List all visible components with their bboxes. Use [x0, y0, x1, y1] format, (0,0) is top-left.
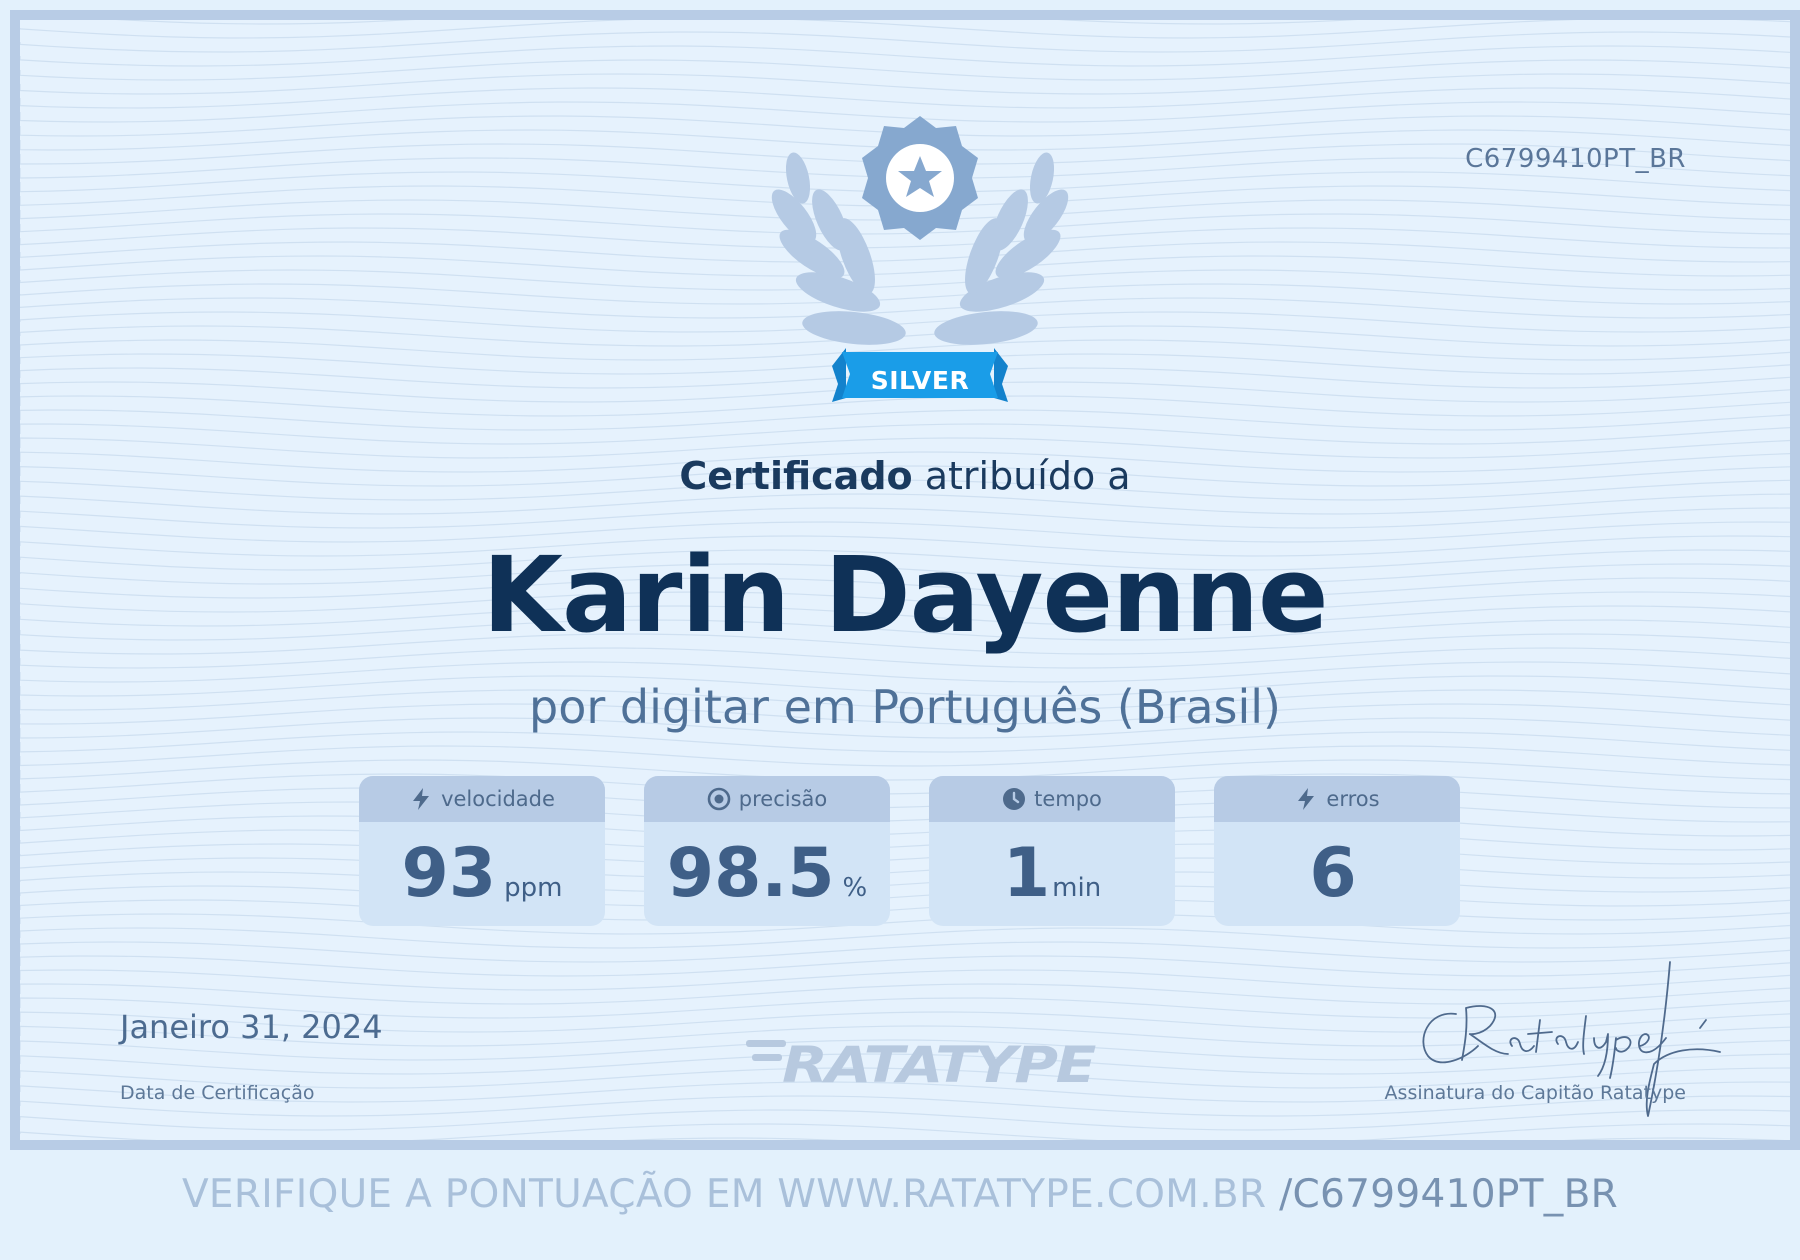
- verify-footer: VERIFIQUE A PONTUAÇÃO EM WWW.RATATYPE.CO…: [0, 1172, 1800, 1217]
- badge-level-label: SILVER: [870, 366, 970, 395]
- stat-header: velocidade: [359, 776, 605, 822]
- stat-label: velocidade: [441, 787, 555, 811]
- stat-number: 93: [401, 834, 497, 913]
- stat-number: 1: [1002, 834, 1051, 913]
- stat-unit: min: [1052, 873, 1102, 903]
- stat-unit: %: [842, 873, 868, 903]
- recipient-name: Karin Dayenne: [482, 534, 1328, 656]
- stat-card-time: tempo 1 min: [929, 776, 1175, 926]
- lightning-icon: [1294, 787, 1318, 811]
- stat-label: tempo: [1034, 787, 1102, 811]
- awarded-heading: Certificado atribuído a: [20, 454, 1790, 498]
- certificate-code: C6799410PT_BR: [1465, 144, 1686, 174]
- stat-header: erros: [1214, 776, 1460, 822]
- certification-date-label: Data de Certificação: [120, 1082, 315, 1104]
- certificate-card: C6799410PT_BR SILVER Certificado atribuí…: [10, 10, 1800, 1150]
- svg-text:RATATYPE: RATATYPE: [782, 1036, 1096, 1088]
- stat-card-accuracy: precisão 98.5 %: [644, 776, 890, 926]
- stat-label: erros: [1326, 787, 1380, 811]
- stat-value: 1 min: [929, 822, 1175, 926]
- stat-value: 93 ppm: [359, 822, 605, 926]
- stat-value: 6: [1214, 822, 1460, 926]
- verify-code: /C6799410PT_BR: [1279, 1172, 1619, 1217]
- stat-number: 98.5: [666, 834, 835, 913]
- target-icon: [707, 787, 731, 811]
- stat-unit: ppm: [504, 873, 563, 903]
- lightning-icon: [409, 787, 433, 811]
- certificate-subtitle: por digitar em Português (Brasil): [529, 680, 1281, 734]
- signature-label: Assinatura do Capitão Ratatype: [1384, 1082, 1686, 1104]
- ratatype-logo: RATATYPE: [746, 1036, 1098, 1088]
- awarded-prefix: Certificado: [679, 454, 913, 498]
- awarded-suffix: atribuído a: [924, 454, 1131, 498]
- stat-number: 6: [1309, 834, 1357, 913]
- stat-card-speed: velocidade 93 ppm: [359, 776, 605, 926]
- verify-text: VERIFIQUE A PONTUAÇÃO EM WWW.RATATYPE.CO…: [181, 1172, 1267, 1217]
- stat-card-errors: erros 6: [1214, 776, 1460, 926]
- clock-icon: [1002, 787, 1026, 811]
- stat-header: tempo: [929, 776, 1175, 822]
- stat-header: precisão: [644, 776, 890, 822]
- certification-date: Janeiro 31, 2024: [120, 1008, 383, 1046]
- stat-label: precisão: [738, 787, 828, 811]
- stat-value: 98.5 %: [644, 822, 890, 926]
